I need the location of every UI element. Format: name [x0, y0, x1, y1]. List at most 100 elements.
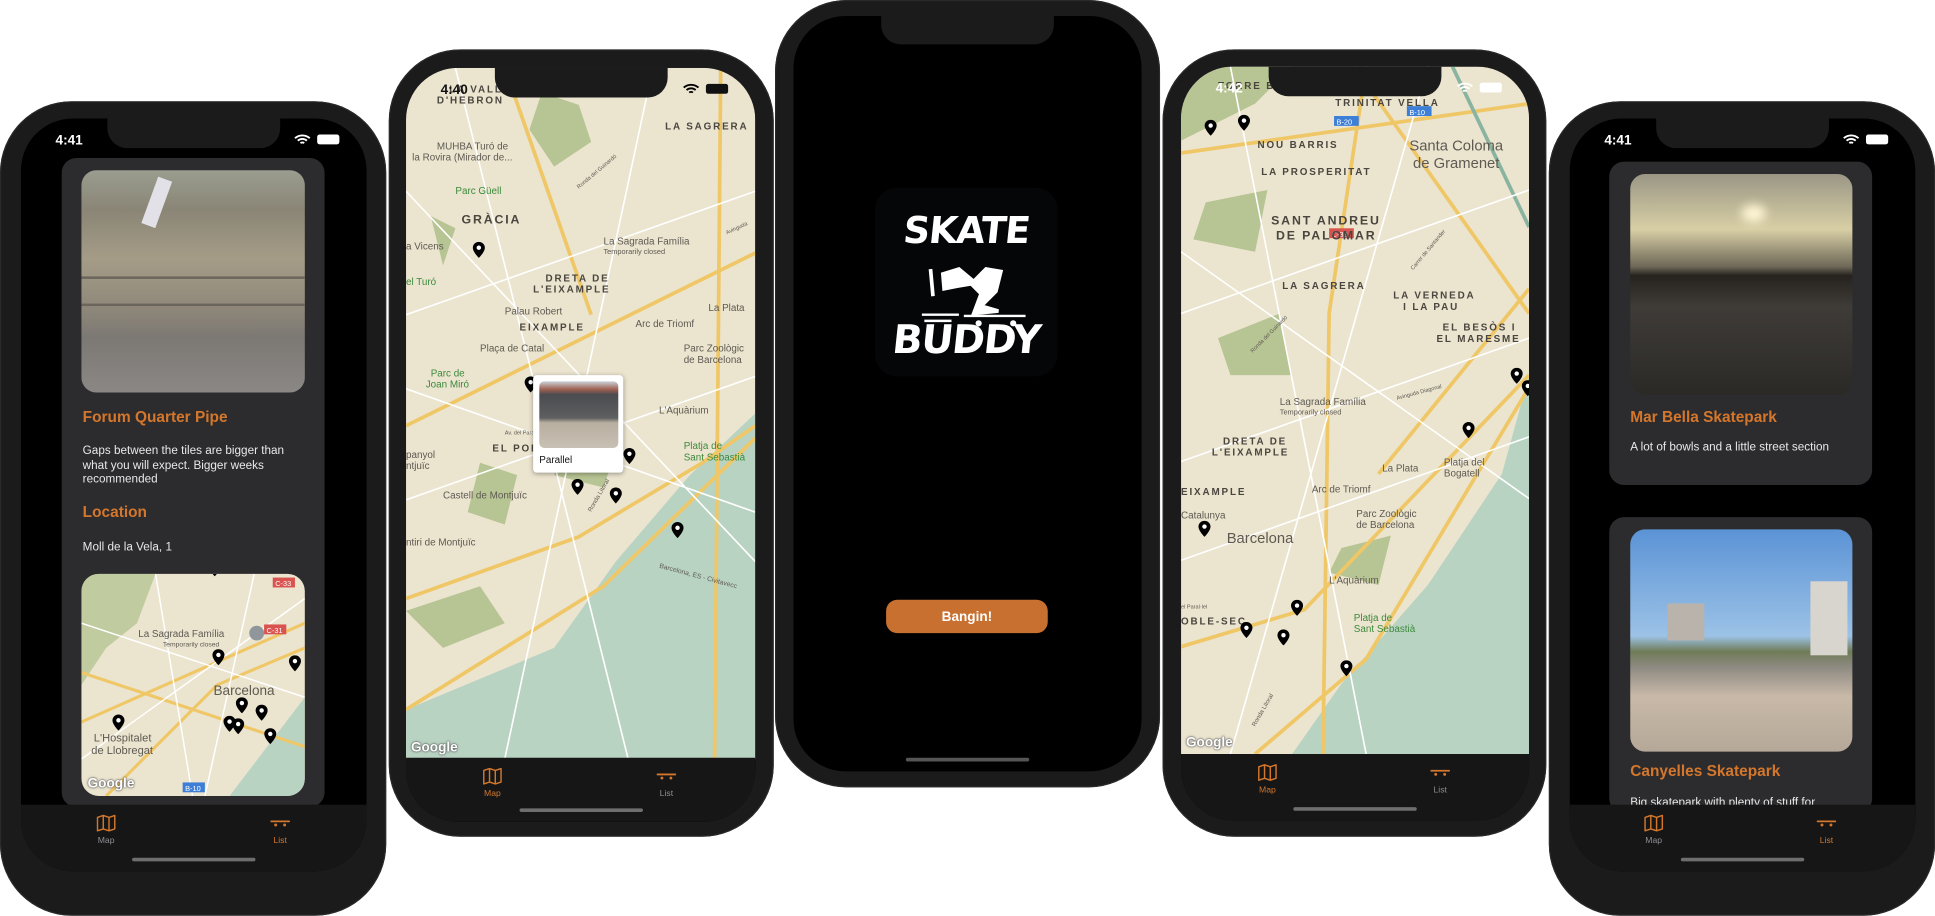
tab-bar: Map List — [20, 804, 367, 872]
tab-list[interactable]: List — [243, 815, 317, 846]
map-label: I LA PAU — [1403, 302, 1459, 313]
map-label: Plaça de Catal — [480, 344, 544, 355]
map-icon — [1258, 764, 1278, 781]
map-canvas: B-20 B-10 C-33 TORRE BA TRINITAT VELLA N… — [1181, 66, 1530, 755]
map-label: Temporarily closed — [163, 642, 220, 649]
map-pin-icon[interactable] — [255, 704, 268, 721]
map-pin-icon[interactable] — [1277, 629, 1290, 646]
map-label: Catalunya — [1181, 510, 1226, 521]
tab-label: List — [273, 836, 287, 846]
map-canvas: C-33 C-31 B-10 La Sagrada Família Tempor… — [81, 573, 305, 796]
map-label: Temporarily closed — [603, 247, 665, 256]
map-label: Bogatell — [1444, 468, 1480, 479]
map-label: L'Aquàrium — [1329, 576, 1379, 587]
tab-label: List — [1433, 786, 1447, 795]
tab-list[interactable]: List — [1789, 815, 1863, 845]
screen: 4:41 Mar Bella Skatepark A lot of bowls … — [1569, 118, 1916, 872]
map-label: EL MARESME — [1436, 334, 1520, 345]
phone-map-overview: 4:42 B-20 B-10 C-33 TORRE BA TRINITAT VE… — [1162, 49, 1547, 837]
map-label: La Sagrada Família — [1280, 397, 1367, 408]
map-pin-icon[interactable] — [1198, 520, 1211, 537]
location-map[interactable]: C-33 C-31 B-10 La Sagrada Família Tempor… — [81, 573, 305, 796]
skateboard-icon — [657, 768, 677, 785]
map-label: EIXAMPLE — [1181, 487, 1246, 498]
home-indicator — [1680, 857, 1805, 862]
map-label: L'Hospitalet — [94, 733, 152, 745]
notch — [494, 67, 668, 98]
map-label: DRETA DE — [545, 273, 609, 284]
map-label: Arc de Triomf — [636, 319, 695, 330]
screen: SKATE BUDDY Bangin! — [793, 16, 1142, 772]
map-label: panyol — [406, 450, 435, 461]
wifi-icon — [1456, 81, 1473, 93]
tab-bar: Map List — [406, 757, 756, 822]
spot-callout[interactable]: Parallel — [533, 375, 624, 473]
tab-map[interactable]: Map — [69, 815, 143, 845]
tab-list[interactable]: List — [1403, 764, 1477, 795]
map-pin-icon[interactable] — [609, 487, 622, 504]
church-icon — [249, 625, 265, 641]
tab-map[interactable]: Map — [1230, 764, 1304, 795]
map-label: OBLE-SEC — [1181, 616, 1247, 627]
status-icons — [1843, 133, 1889, 145]
map-pin-icon[interactable] — [571, 478, 584, 495]
bangin-button[interactable]: Bangin! — [886, 599, 1048, 634]
map-pin-icon[interactable] — [235, 697, 248, 714]
notch — [107, 118, 281, 149]
google-logo: Google — [87, 776, 135, 792]
map-label: Arc de Triomf — [1312, 484, 1371, 495]
home-indicator — [1293, 807, 1417, 811]
map-pin-icon[interactable] — [288, 655, 301, 672]
map-label: de Barcelona — [684, 355, 743, 366]
map-pin-icon[interactable] — [112, 714, 125, 731]
spot-card[interactable]: Canyelles Skatepark Big skatepark with p… — [1609, 517, 1873, 814]
app-logo: SKATE BUDDY — [874, 187, 1058, 377]
map-pin-icon[interactable] — [1204, 119, 1217, 136]
map-pin-icon[interactable] — [1240, 621, 1253, 639]
map-label: la Rovira (Mirador de... — [412, 152, 512, 163]
map-pin-icon[interactable] — [208, 573, 221, 577]
main-map[interactable]: LA VALL D'HEBRON LA SAGRERA MUHBA Turó d… — [406, 67, 756, 759]
status-time: 4:41 — [55, 133, 83, 149]
map-label: La Plata — [708, 303, 745, 314]
map-label: a Vicens — [406, 241, 444, 252]
map-pin-icon[interactable] — [472, 241, 485, 258]
spot-card[interactable]: Mar Bella Skatepark A lot of bowls and a… — [1609, 161, 1873, 486]
map-pin-icon[interactable] — [1237, 114, 1250, 131]
map-label: DRETA DE — [1223, 436, 1287, 447]
skateboard-icon — [1430, 764, 1450, 781]
google-logo: Google — [1185, 735, 1233, 751]
map-pin-icon[interactable] — [232, 718, 245, 735]
status-icons — [294, 133, 340, 145]
map-label: L'EIXAMPLE — [1212, 447, 1289, 458]
road-badge: C-33 — [275, 579, 291, 588]
tab-bar: Map List — [1569, 804, 1916, 872]
map-label: Joan Miró — [426, 380, 470, 391]
tab-list[interactable]: List — [629, 768, 703, 799]
map-label: Ronda Litoral — [1251, 693, 1275, 728]
map-label: Platja de — [684, 441, 723, 452]
map-label: Temporarily closed — [1280, 408, 1342, 417]
notch — [1656, 118, 1829, 149]
map-label: La Sagrada Família — [138, 629, 225, 640]
map-label: LA VERNEDA — [1393, 291, 1475, 302]
map-label: L'Aquàrium — [659, 405, 709, 416]
map-label: el Turó — [406, 277, 437, 288]
google-logo: Google — [410, 740, 458, 756]
map-label: La Plata — [1382, 463, 1419, 474]
tab-map[interactable]: Map — [1617, 815, 1691, 845]
location-heading: Location — [82, 503, 147, 521]
phone-splash: SKATE BUDDY Bangin! — [775, 0, 1161, 788]
main-map[interactable]: B-20 B-10 C-33 TORRE BA TRINITAT VELLA N… — [1181, 66, 1530, 755]
map-pin-icon[interactable] — [623, 447, 636, 465]
status-time: 4:41 — [1604, 133, 1632, 149]
map-label: de Gramenet — [1413, 156, 1499, 172]
tab-bar: Map List — [1181, 754, 1530, 821]
road-badge: B-20 — [1337, 118, 1353, 127]
skateboard-icon — [1817, 815, 1837, 832]
tab-map[interactable]: Map — [455, 768, 529, 798]
tab-label: List — [659, 789, 674, 799]
screen: 4:42 B-20 B-10 C-33 TORRE BA TRINITAT VE… — [1181, 66, 1530, 821]
map-label: Parc Zoològic — [684, 344, 744, 355]
map-label: Barcelona — [213, 683, 275, 698]
